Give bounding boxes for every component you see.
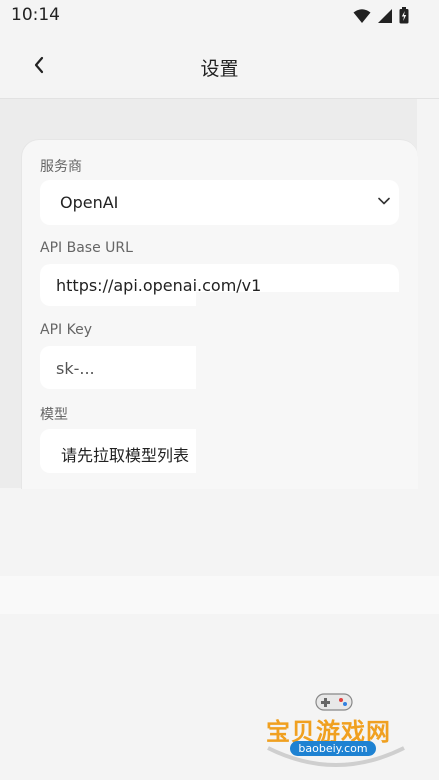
provider-value: OpenAI xyxy=(60,193,119,212)
api-key-placeholder: sk-... xyxy=(56,359,95,378)
model-label: 模型 xyxy=(40,407,68,423)
base-url-field[interactable]: https://api.openai.com/v1 xyxy=(40,264,399,306)
battery-icon xyxy=(399,7,409,24)
status-icons xyxy=(353,7,409,24)
model-value: 请先拉取模型列表 xyxy=(61,446,190,465)
chevron-down-icon xyxy=(378,197,390,205)
divider-band xyxy=(0,576,439,614)
wifi-icon xyxy=(353,8,371,23)
base-url-value: https://api.openai.com/v1 xyxy=(56,276,262,295)
page-title: 设置 xyxy=(200,58,239,80)
watermark-url: baobeiy.com xyxy=(290,741,376,756)
watermark-logo: 宝贝游戏网 baobeiy.com xyxy=(262,690,410,775)
provider-select[interactable]: OpenAI xyxy=(40,180,399,225)
base-url-label: API Base URL xyxy=(40,240,133,256)
api-key-field[interactable]: sk-... xyxy=(40,346,196,389)
model-select[interactable]: 请先拉取模型列表 xyxy=(40,429,196,473)
api-key-label: API Key xyxy=(40,322,92,338)
signal-icon xyxy=(378,8,392,23)
gamepad-icon xyxy=(315,693,353,711)
app-bar: 设置 xyxy=(0,30,439,98)
provider-label: 服务商 xyxy=(40,159,82,175)
status-bar: 10:14 xyxy=(0,0,439,30)
status-time: 10:14 xyxy=(11,5,60,25)
